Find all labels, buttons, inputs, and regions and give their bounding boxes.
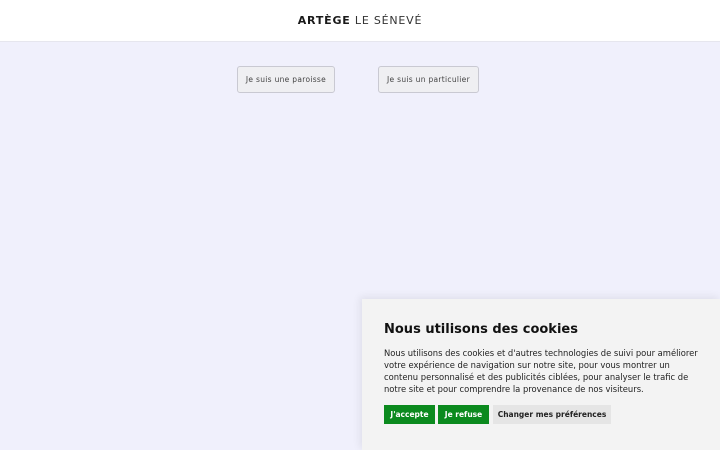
cookie-description: Nous utilisons des cookies et d'autres t…: [384, 348, 698, 394]
site-logo[interactable]: ARTÈGE LE SÉNEVÉ: [298, 14, 423, 27]
particulier-button[interactable]: Je suis un particulier: [378, 66, 479, 93]
cookie-title: Nous utilisons des cookies: [384, 322, 578, 337]
refuse-cookies-button[interactable]: Je refuse: [438, 405, 489, 424]
site-header: ARTÈGE LE SÉNEVÉ: [0, 0, 720, 42]
cookie-actions: J'accepte Je refuse Changer mes préféren…: [384, 405, 611, 424]
paroisse-button[interactable]: Je suis une paroisse: [237, 66, 335, 93]
accept-cookies-button[interactable]: J'accepte: [384, 405, 435, 424]
logo-brand: ARTÈGE: [297, 14, 351, 27]
cookie-banner: Nous utilisons des cookies Nous utilison…: [362, 299, 720, 450]
change-preferences-button[interactable]: Changer mes préférences: [493, 405, 611, 424]
logo-subbrand: LE SÉNEVÉ: [354, 14, 423, 27]
